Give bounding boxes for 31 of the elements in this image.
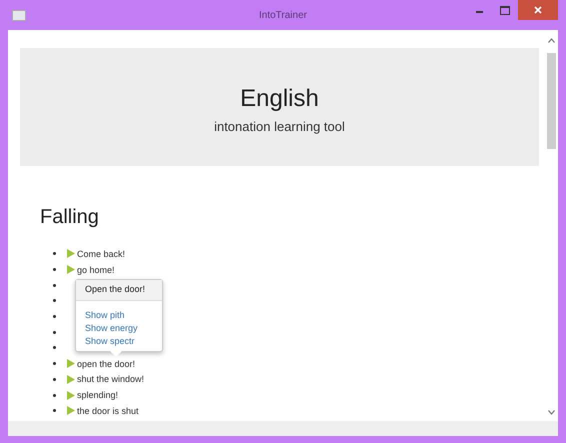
phrase-link[interactable]: open the door! [77,358,136,369]
phrase-link[interactable]: splending! [77,390,118,400]
bullet-icon [53,284,56,287]
phrase-link[interactable]: Come back! [77,248,126,259]
phrase-link[interactable]: shut the window! [77,374,144,384]
scroll-up-icon[interactable] [548,38,554,43]
popover-link[interactable]: Show spectr [85,335,153,348]
bullet-icon [53,409,56,412]
scroll-thumb[interactable] [546,53,556,149]
popover-link[interactable]: Show energy [85,322,153,335]
bullet-icon [53,252,56,256]
bullet-icon [53,346,56,350]
popover-link[interactable]: Show pith [85,309,153,322]
scroll-down-icon[interactable] [548,410,554,415]
app-icon [12,10,26,20]
window-title: IntoTrainer [259,10,307,20]
phrase-link[interactable]: the door is shut [77,406,139,416]
bullet-icon [53,268,56,272]
bullet-icon [53,394,56,397]
bullet-icon [53,362,56,366]
bullet-icon [53,378,56,381]
header-subtitle: intonation learning tool [214,118,345,134]
header-title: English [240,84,319,112]
close-button[interactable] [518,0,558,20]
bullet-icon [53,315,56,318]
popover-title: Open the door! [76,280,162,301]
phrase-link[interactable]: go home! [77,264,115,275]
bullet-icon [53,330,56,334]
bullet-icon [53,299,56,302]
section-heading: Falling [40,206,100,229]
close-icon [533,5,543,15]
